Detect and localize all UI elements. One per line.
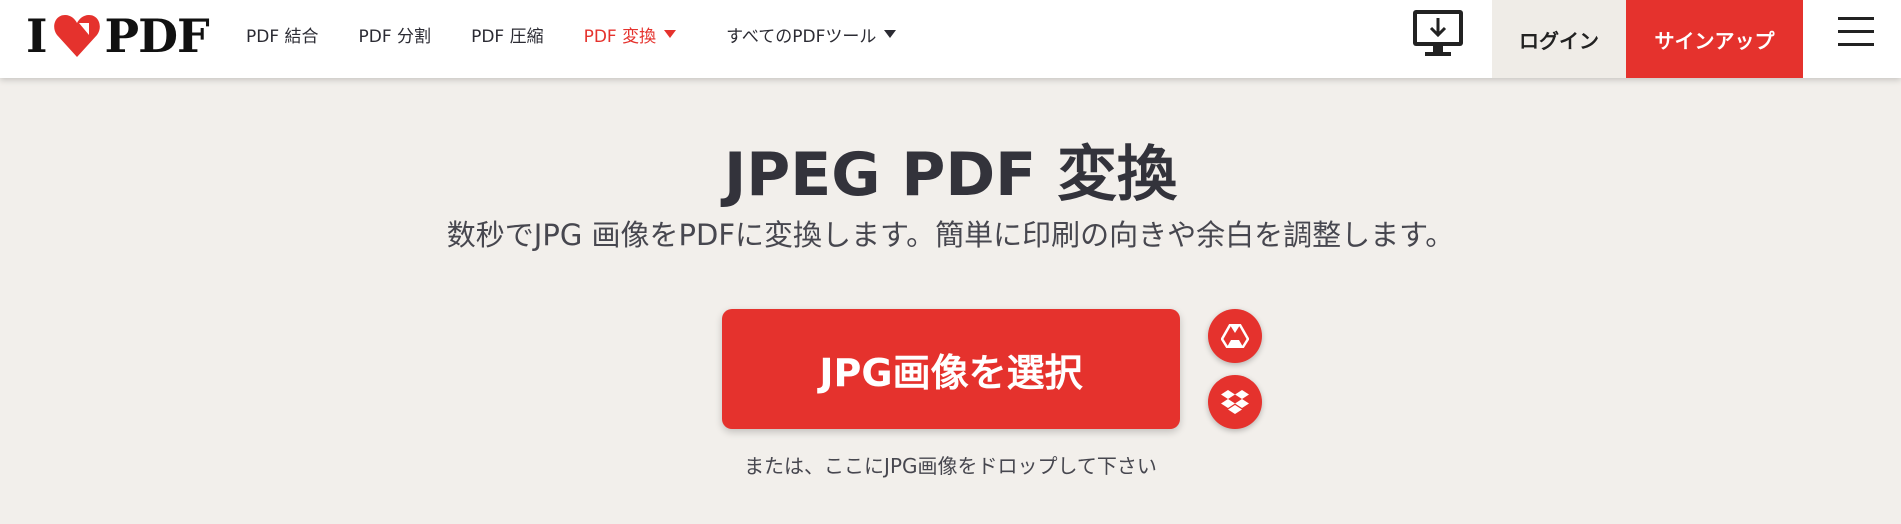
menu-line bbox=[1838, 17, 1874, 20]
menu-line bbox=[1838, 43, 1874, 46]
nav-compress-pdf[interactable]: PDF 圧縮 bbox=[471, 22, 544, 47]
logo-text-i: I bbox=[26, 9, 48, 63]
main-nav: PDF 結合 PDF 分割 PDF 圧縮 PDF 変換 すべてのPDFツール bbox=[246, 0, 936, 68]
chevron-down-icon bbox=[884, 30, 897, 38]
nav-label: PDF 分割 bbox=[358, 26, 432, 47]
page-title: JPEG PDF 変換 bbox=[723, 140, 1178, 210]
chevron-down-icon bbox=[664, 30, 677, 38]
top-header: I PDF PDF 結合 PDF 分割 PDF 圧縮 PDF 変換 すべてのPD… bbox=[0, 0, 1901, 78]
dropbox-button[interactable] bbox=[1208, 375, 1262, 429]
signup-button[interactable]: サインアップ bbox=[1626, 0, 1803, 78]
drop-hint-text: または、ここにJPG画像をドロップして下さい bbox=[744, 454, 1157, 478]
nav-label: PDF 圧縮 bbox=[471, 26, 544, 47]
page-subtitle: 数秒でJPG 画像をPDFに変換します。簡単に印刷の向きや余白を調整します。 bbox=[446, 218, 1455, 252]
hamburger-menu-icon[interactable] bbox=[1838, 17, 1874, 49]
nav-label: PDF 変換 bbox=[583, 26, 657, 47]
signup-label: サインアップ bbox=[1654, 28, 1775, 53]
heart-logo-icon bbox=[53, 15, 100, 57]
nav-merge-pdf[interactable]: PDF 結合 bbox=[246, 22, 319, 47]
google-drive-button[interactable] bbox=[1208, 309, 1262, 363]
dropbox-icon bbox=[1221, 390, 1249, 414]
select-jpg-label: JPG画像を選択 bbox=[819, 350, 1083, 395]
nav-label: すべてのPDFツール bbox=[726, 26, 877, 47]
select-jpg-button[interactable]: JPG画像を選択 bbox=[722, 309, 1180, 429]
nav-all-pdf-tools[interactable]: すべてのPDFツール bbox=[726, 22, 897, 47]
logo-text-pdf: PDF bbox=[104, 9, 210, 63]
nav-convert-pdf[interactable]: PDF 変換 bbox=[584, 22, 677, 47]
login-label: ログイン bbox=[1519, 28, 1599, 53]
desktop-download-icon[interactable] bbox=[1411, 8, 1465, 58]
google-drive-icon bbox=[1221, 324, 1249, 348]
login-button[interactable]: ログイン bbox=[1492, 0, 1626, 78]
ilovepdf-logo[interactable]: I PDF bbox=[26, 9, 210, 63]
nav-label: PDF 結合 bbox=[246, 26, 319, 47]
menu-line bbox=[1838, 30, 1874, 33]
nav-split-pdf[interactable]: PDF 分割 bbox=[359, 22, 432, 47]
